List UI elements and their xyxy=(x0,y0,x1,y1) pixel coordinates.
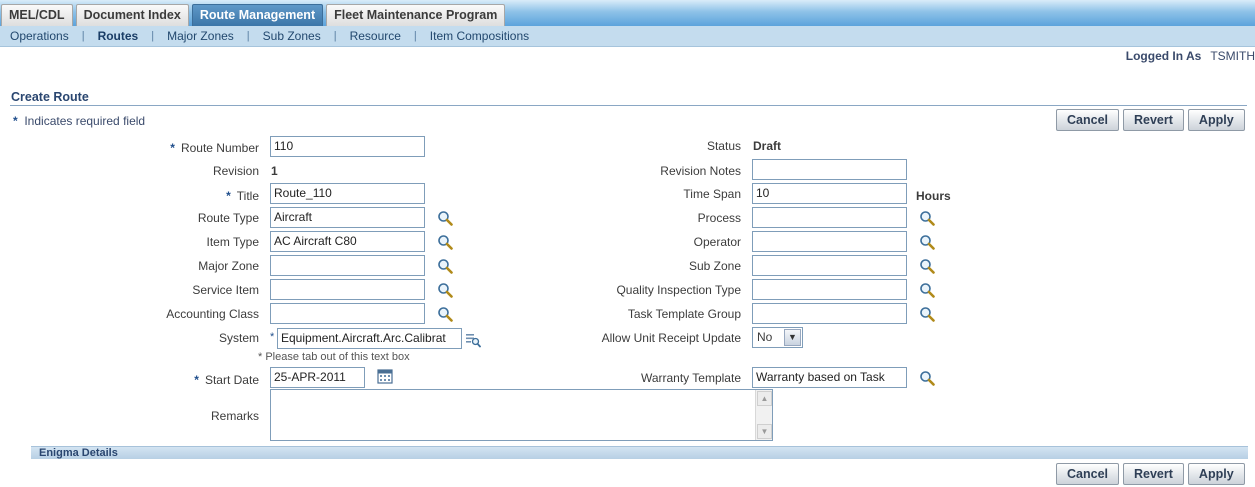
accounting-class-label: Accounting Class xyxy=(166,307,259,321)
apply-button[interactable]: Apply xyxy=(1187,463,1245,485)
tab-route-management[interactable]: Route Management xyxy=(191,4,324,26)
subnav-separator: | xyxy=(81,30,85,42)
system-label: System xyxy=(218,331,259,345)
search-icon[interactable] xyxy=(919,210,935,226)
time-span-input[interactable]: 10 xyxy=(752,183,907,204)
process-label: Process xyxy=(697,211,741,225)
revision-notes-input[interactable] xyxy=(752,159,907,180)
revert-button[interactable]: Revert xyxy=(1123,463,1184,485)
remarks-label: Remarks xyxy=(210,409,259,423)
process-input[interactable] xyxy=(752,207,907,228)
list-search-icon[interactable] xyxy=(465,332,481,348)
item-type-label: Item Type xyxy=(206,235,259,249)
sub-zone-input[interactable] xyxy=(752,255,907,276)
quality-inspection-type-input[interactable] xyxy=(752,279,907,300)
revert-button[interactable]: Revert xyxy=(1123,109,1184,131)
subnav-resource[interactable]: Resource xyxy=(350,29,401,43)
search-icon[interactable] xyxy=(437,258,453,274)
route-number-label: * Route Number xyxy=(170,141,259,155)
status-value: Draft xyxy=(753,139,782,153)
apply-button[interactable]: Apply xyxy=(1187,109,1245,131)
time-span-label: Time Span xyxy=(683,187,741,201)
allow-unit-receipt-update-label: Allow Unit Receipt Update xyxy=(601,331,741,345)
start-date-input[interactable]: 25-APR-2011 xyxy=(270,367,365,388)
title-label: * Title xyxy=(226,189,259,203)
warranty-template-label: Warranty Template xyxy=(640,371,741,385)
search-icon[interactable] xyxy=(437,306,453,322)
system-input[interactable]: Equipment.Aircraft.Arc.Calibrat xyxy=(277,328,462,349)
remarks-textarea[interactable]: ▲ ▼ xyxy=(270,389,773,441)
required-field-note: * Indicates required field xyxy=(13,114,145,128)
route-number-input[interactable]: 110 xyxy=(270,136,425,157)
chevron-down-icon[interactable]: ▼ xyxy=(784,329,801,346)
search-icon[interactable] xyxy=(437,210,453,226)
route-type-label: Route Type xyxy=(197,211,259,225)
major-zone-input[interactable] xyxy=(270,255,425,276)
tab-fleet-maintenance-program[interactable]: Fleet Maintenance Program xyxy=(326,4,506,26)
subnav-routes[interactable]: Routes xyxy=(98,29,139,43)
subnav-sub-zones[interactable]: Sub Zones xyxy=(263,29,321,43)
sub-navigation: Operations | Routes | Major Zones | Sub … xyxy=(0,26,1255,47)
top-button-bar: Cancel Revert Apply xyxy=(1056,109,1245,131)
operator-input[interactable] xyxy=(752,231,907,252)
required-note-text: Indicates required field xyxy=(24,114,146,128)
subnav-separator: | xyxy=(333,30,337,42)
required-star: * xyxy=(13,114,18,128)
task-template-group-input[interactable] xyxy=(752,303,907,324)
accounting-class-input[interactable] xyxy=(270,303,425,324)
tab-mel-cdl[interactable]: MEL/CDL xyxy=(1,4,73,26)
subnav-separator: | xyxy=(413,30,417,42)
route-type-input[interactable]: Aircraft xyxy=(270,207,425,228)
revision-value: 1 xyxy=(271,164,278,178)
enigma-details-header[interactable]: Enigma Details xyxy=(31,446,1248,459)
search-icon[interactable] xyxy=(919,370,935,386)
search-icon[interactable] xyxy=(919,282,935,298)
select-value: No xyxy=(757,330,773,344)
revision-notes-label: Revision Notes xyxy=(660,164,741,178)
title-divider xyxy=(10,105,1247,106)
warranty-template-input[interactable]: Warranty based on Task xyxy=(752,367,907,388)
system-required-star: * xyxy=(270,331,275,343)
major-zone-label: Major Zone xyxy=(198,259,259,273)
service-item-input[interactable] xyxy=(270,279,425,300)
title-input[interactable]: Route_110 xyxy=(270,183,425,204)
subnav-major-zones[interactable]: Major Zones xyxy=(167,29,234,43)
item-type-input[interactable]: AC Aircraft C80 xyxy=(270,231,425,252)
logged-in-label: Logged In As xyxy=(1125,49,1202,63)
logged-in-info: Logged In As TSMITH xyxy=(1126,49,1255,65)
status-label: Status xyxy=(706,139,741,153)
search-icon[interactable] xyxy=(919,234,935,250)
calendar-icon[interactable] xyxy=(377,368,393,384)
tab-document-index[interactable]: Document Index xyxy=(75,4,189,26)
cancel-button[interactable]: Cancel xyxy=(1056,463,1119,485)
logged-in-user: TSMITH xyxy=(1210,49,1255,63)
search-icon[interactable] xyxy=(437,282,453,298)
bottom-button-bar: Cancel Revert Apply xyxy=(1056,463,1245,485)
allow-unit-receipt-update-select[interactable]: No ▼ xyxy=(752,327,803,348)
subnav-item-compositions[interactable]: Item Compositions xyxy=(430,29,529,43)
operator-label: Operator xyxy=(693,235,741,249)
service-item-label: Service Item xyxy=(192,283,259,297)
system-hint: * Please tab out of this text box xyxy=(258,351,410,363)
quality-inspection-type-label: Quality Inspection Type xyxy=(616,283,741,297)
revision-label: Revision xyxy=(212,164,259,178)
tab-strip: MEL/CDL Document Index Route Management … xyxy=(1,4,508,26)
start-date-label: * Start Date xyxy=(194,373,259,387)
subnav-separator: | xyxy=(151,30,155,42)
subnav-operations[interactable]: Operations xyxy=(10,29,69,43)
time-span-unit: Hours xyxy=(916,189,951,203)
search-icon[interactable] xyxy=(919,306,935,322)
task-template-group-label: Task Template Group xyxy=(627,307,741,321)
cancel-button[interactable]: Cancel xyxy=(1056,109,1119,131)
search-icon[interactable] xyxy=(919,258,935,274)
page-title: Create Route xyxy=(11,90,89,104)
search-icon[interactable] xyxy=(437,234,453,250)
sub-zone-label: Sub Zone xyxy=(688,259,741,273)
remarks-scrollbar[interactable]: ▲ ▼ xyxy=(755,390,772,440)
scroll-up-icon[interactable]: ▲ xyxy=(757,391,772,406)
scroll-down-icon[interactable]: ▼ xyxy=(757,424,772,439)
subnav-separator: | xyxy=(246,30,250,42)
